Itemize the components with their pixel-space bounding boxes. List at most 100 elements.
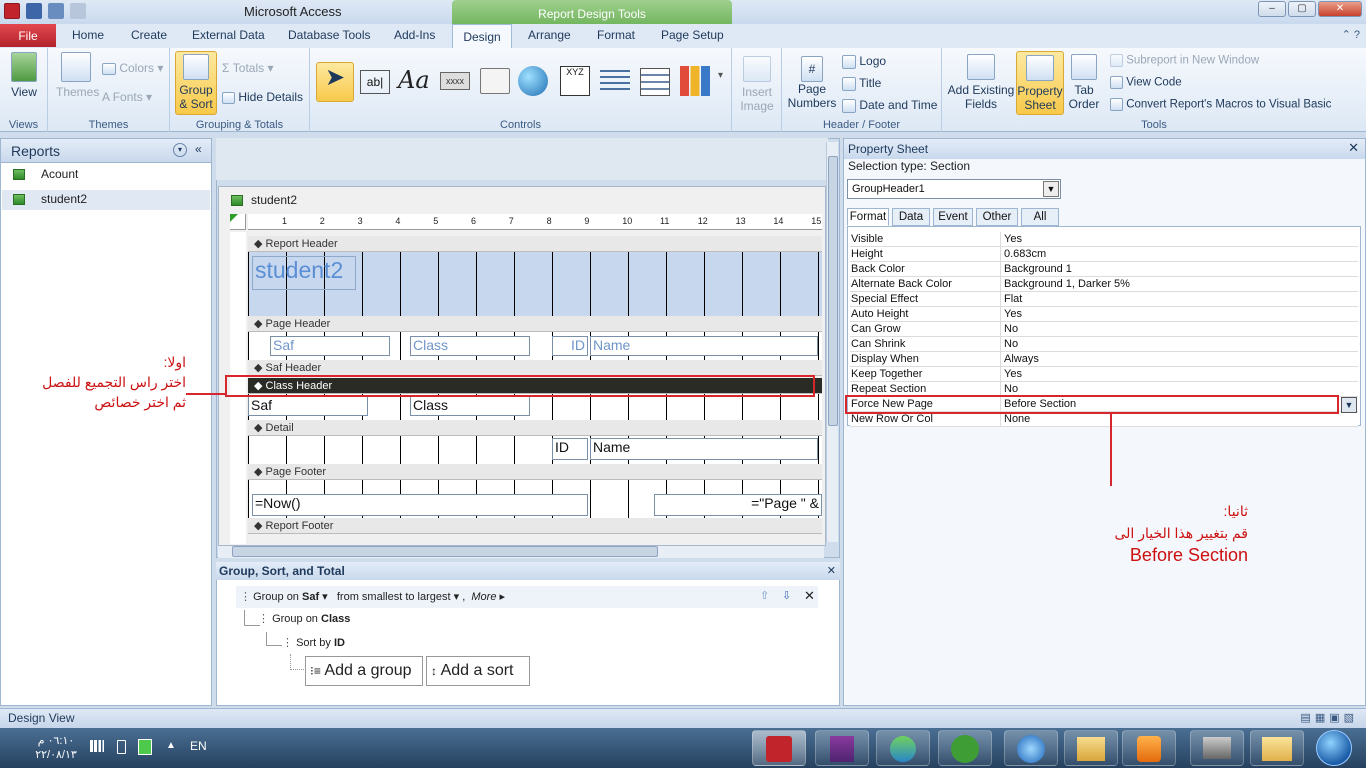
property-value[interactable]: Yes [1004,233,1022,245]
tab-order-button[interactable]: Tab Order [1066,54,1102,111]
view-switcher-icons[interactable]: ▤▦▣▧ [1300,711,1358,724]
saf-textbox[interactable]: Saf [248,396,368,416]
add-sort-button[interactable]: ↕ Add a sort [426,656,530,686]
tab-format[interactable]: Format [597,28,635,42]
logo-button[interactable]: Logo [842,54,886,69]
vertical-scrollbar[interactable] [826,142,838,542]
scroll-thumb[interactable] [828,156,838,426]
taskbar-messenger-icon[interactable] [876,730,930,766]
property-row[interactable]: Auto Height Yes [850,307,1358,322]
tab-data-props[interactable]: Data [892,208,930,226]
nav-dropdown-icon[interactable]: ▾ [173,143,187,157]
date-time-button[interactable]: Date and Time [842,98,937,113]
page-header-band[interactable]: Saf Class ID Name [248,332,822,360]
property-value[interactable]: No [1004,323,1018,335]
report-title-label[interactable]: student2 [252,256,356,290]
detail-band[interactable]: ID Name [248,436,822,464]
textbox-tool[interactable]: ab| [360,70,390,94]
option-group-tool[interactable] [640,68,670,96]
controls-more-icon[interactable]: ▾ [718,70,723,81]
view-button[interactable]: View [8,52,40,99]
id-textbox[interactable]: ID [552,438,588,460]
flag-icon[interactable] [138,739,152,755]
report-selector[interactable] [230,214,246,230]
move-down-icon[interactable]: ⇩ [782,589,791,602]
name-textbox[interactable]: Name [590,438,818,460]
property-value[interactable]: Flat [1004,293,1022,305]
property-row[interactable]: Display When Always [850,352,1358,367]
section-detail[interactable]: ◆ Detail [248,420,822,436]
title-button[interactable]: Title [842,76,881,91]
clock[interactable]: ٠٦:١٠ م ٢٢/٠٨/١٣ [14,734,98,762]
sort-row-id[interactable]: ⋮ Sort by ID [282,636,345,649]
property-row[interactable]: Visible Yes [850,232,1358,247]
tab-control-tool[interactable] [480,68,510,94]
maximize-button[interactable]: ▢ [1288,1,1316,17]
tab-create[interactable]: Create [131,28,167,42]
property-row[interactable]: New Row Or Col None [850,412,1358,427]
class-textbox[interactable]: Class [410,396,530,416]
redo-icon[interactable] [70,3,86,19]
page-footer-band[interactable]: =Now() ="Page " & [248,480,822,518]
taskbar-explorer-icon[interactable] [1064,730,1118,766]
web-browser-tool[interactable]: XYZ [560,66,590,96]
button-tool[interactable]: xxxx [440,72,470,90]
add-group-button[interactable]: ⁝≡ Add a group [305,656,423,686]
property-value[interactable]: Background 1 [1004,263,1072,275]
group-field-class[interactable]: Class [321,613,350,625]
property-sheet-button[interactable]: Property Sheet [1016,51,1064,115]
property-row[interactable]: Special Effect Flat [850,292,1358,307]
property-row[interactable]: Back Color Background 1 [850,262,1358,277]
tab-arrange[interactable]: Arrange [528,28,571,42]
view-code-button[interactable]: View Code [1110,76,1182,89]
group-row-saf[interactable]: ⋮ Group on Saf ▾ from smallest to larges… [236,586,818,608]
section-page-header[interactable]: ◆ Page Header [248,316,822,332]
taskbar-media-icon[interactable] [1122,730,1176,766]
close-pane-icon[interactable]: ✕ [827,564,836,577]
property-value[interactable]: Background 1, Darker 5% [1004,278,1130,290]
page-numbers-button[interactable]: # Page Numbers [786,56,838,110]
tab-file[interactable]: File [0,24,56,47]
class-column-label[interactable]: Class [410,336,530,356]
nav-collapse-icon[interactable]: « [195,142,202,156]
property-row[interactable]: Can Shrink No [850,337,1358,352]
id-column-label[interactable]: ID [552,336,588,356]
hide-details-button[interactable]: Hide Details [222,90,303,104]
group-row-class[interactable]: ⋮ Group on Class [258,612,350,625]
navigation-tool[interactable] [600,70,630,94]
tab-design[interactable]: Design [452,24,512,48]
taskbar-utorrent-icon[interactable] [938,730,992,766]
property-value[interactable]: No [1004,383,1018,395]
section-saf-header[interactable]: ◆ Saf Header [248,360,822,376]
taskbar-folder-icon[interactable] [1250,730,1304,766]
add-existing-fields-button[interactable]: Add Existing Fields [946,54,1016,111]
taskbar-ie-icon[interactable] [1004,730,1058,766]
taskbar-access-icon[interactable] [752,730,806,766]
section-page-footer[interactable]: ◆ Page Footer [248,464,822,480]
tab-event-props[interactable]: Event [933,208,973,226]
drag-handle-icon[interactable]: ⋮ [240,591,251,603]
network-icon[interactable] [90,740,104,752]
tab-all-props[interactable]: All [1021,208,1059,226]
property-row[interactable]: Height 0.683cm [850,247,1358,262]
property-value[interactable]: No [1004,338,1018,350]
taskbar-winrar-icon[interactable] [815,730,869,766]
property-value[interactable]: Yes [1004,368,1022,380]
now-textbox[interactable]: =Now() [252,494,588,516]
property-row[interactable]: Can Grow No [850,322,1358,337]
help-icon[interactable]: ⌃ ? [1342,28,1360,41]
tab-external-data[interactable]: External Data [192,28,265,42]
report-header-band[interactable]: student2 [248,252,822,316]
hyperlink-tool[interactable] [518,66,548,96]
chart-tool[interactable] [680,66,710,96]
section-report-header[interactable]: ◆ Report Header [248,236,822,252]
language-indicator[interactable]: EN [190,739,207,753]
delete-group-icon[interactable]: ✕ [804,588,815,604]
minimize-button[interactable]: – [1258,1,1286,17]
h-scroll-thumb[interactable] [232,546,658,557]
battery-icon[interactable] [117,740,126,754]
group-field-saf[interactable]: Saf [302,591,319,603]
horizontal-scrollbar[interactable] [218,544,824,558]
property-value[interactable]: None [1004,413,1030,425]
fonts-button[interactable]: A Fonts ▾ [102,90,152,104]
